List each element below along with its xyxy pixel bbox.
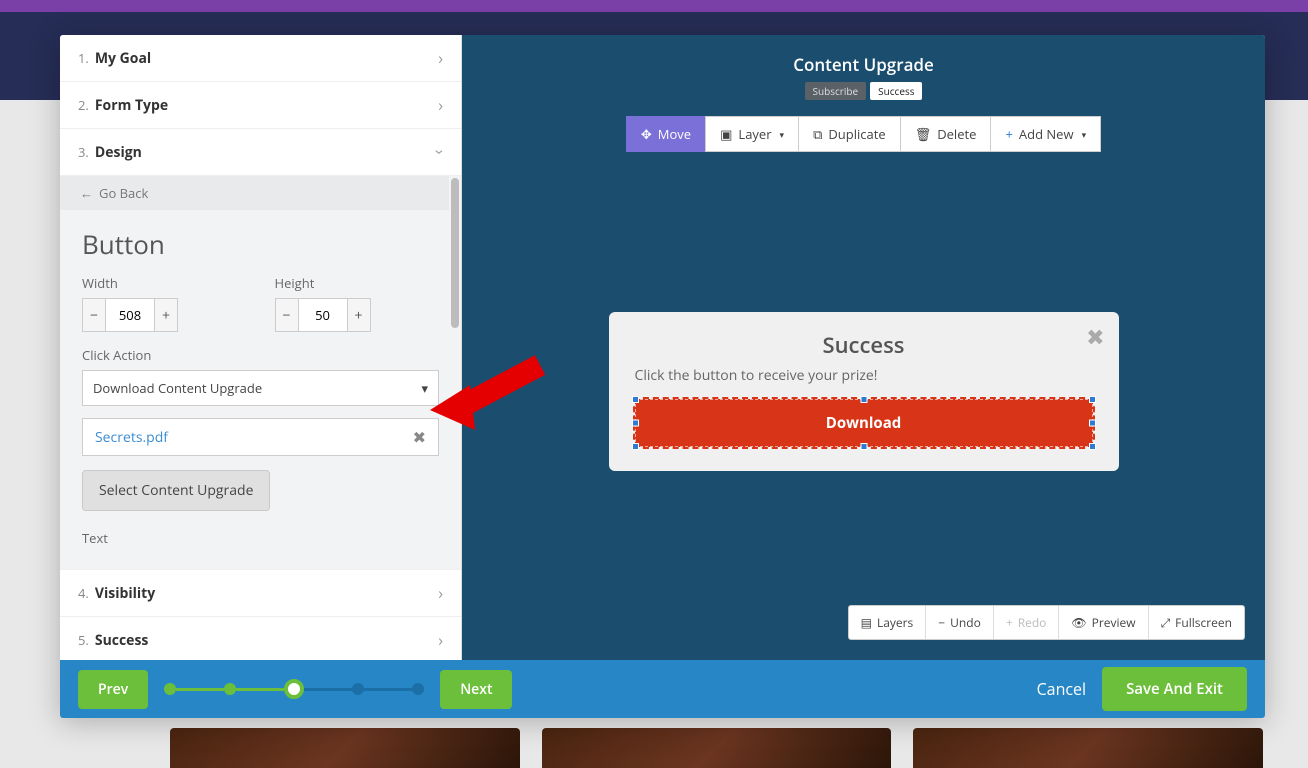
design-panel: ←Go Back Button Width − + [60, 176, 461, 570]
step-success[interactable]: 5.Success› [60, 617, 461, 660]
arrow-left-icon: ← [80, 184, 93, 202]
redo-icon: + [1006, 614, 1013, 631]
prev-button[interactable]: Prev [78, 670, 148, 709]
layers-icon: ▤ [861, 614, 872, 631]
scrollbar[interactable] [449, 176, 461, 569]
file-link[interactable]: Secrets.pdf [95, 428, 413, 447]
undo-button[interactable]: −Undo [926, 606, 994, 639]
next-button[interactable]: Next [440, 670, 512, 709]
footer: Prev Next Cancel Save And Exit [60, 660, 1265, 718]
undo-icon: − [938, 614, 945, 631]
height-decrement[interactable]: − [275, 298, 299, 332]
success-popup[interactable]: ✖ Success Click the button to receive yo… [609, 312, 1119, 471]
caret-down-icon: ▾ [421, 379, 428, 397]
eye-icon: 👁 [1071, 614, 1086, 631]
canvas-title: Content Upgrade [462, 53, 1265, 76]
plus-icon: + [1005, 125, 1012, 143]
chevron-right-icon: › [438, 47, 443, 69]
step-visibility[interactable]: 4.Visibility› [60, 570, 461, 617]
popup-title: Success [635, 330, 1093, 360]
layers-button[interactable]: ▤Layers [849, 606, 927, 639]
chevron-down-icon: › [430, 150, 452, 155]
bottom-toolbar: ▤Layers −Undo +Redo 👁Preview ⤢Fullscreen [848, 605, 1245, 640]
panel-heading: Button [82, 226, 439, 262]
remove-file-icon[interactable]: ✖ [413, 426, 426, 448]
caret-down-icon: ▾ [780, 128, 785, 141]
delete-button[interactable]: 🗑Delete [900, 116, 991, 152]
duplicate-icon: ⧉ [813, 125, 822, 143]
download-button[interactable]: Download [635, 399, 1093, 447]
layer-icon: ▣ [720, 125, 732, 143]
width-stepper[interactable]: − + [82, 298, 247, 332]
step-my-goal[interactable]: 1.My Goal› [60, 35, 461, 82]
canvas[interactable]: Content Upgrade Subscribe Success ✥Move … [462, 35, 1265, 660]
move-button[interactable]: ✥Move [626, 116, 705, 152]
chevron-right-icon: › [438, 94, 443, 116]
step-design[interactable]: 3.Design› [60, 129, 461, 176]
canvas-toolbar: ✥Move ▣Layer▾ ⧉Duplicate 🗑Delete +Add Ne… [462, 116, 1265, 152]
file-attachment: Secrets.pdf ✖ [82, 418, 439, 456]
width-label: Width [82, 274, 247, 292]
height-stepper[interactable]: − + [275, 298, 440, 332]
go-back-button[interactable]: ←Go Back [60, 176, 461, 210]
fullscreen-button[interactable]: ⤢Fullscreen [1149, 606, 1244, 639]
click-action-label: Click Action [82, 346, 439, 364]
caret-down-icon: ▾ [1082, 128, 1087, 141]
height-input[interactable] [299, 298, 347, 332]
progress-indicator [164, 679, 424, 699]
move-icon: ✥ [641, 125, 652, 143]
width-input[interactable] [106, 298, 154, 332]
width-increment[interactable]: + [154, 298, 178, 332]
sidebar: 1.My Goal› 2.Form Type› 3.Design› ←Go Ba… [60, 35, 462, 660]
add-new-button[interactable]: +Add New▾ [990, 116, 1101, 152]
save-and-exit-button[interactable]: Save And Exit [1102, 667, 1247, 711]
chevron-right-icon: › [438, 582, 443, 604]
height-label: Height [275, 274, 440, 292]
popup-subtitle: Click the button to receive your prize! [635, 366, 1093, 385]
tab-subscribe[interactable]: Subscribe [805, 82, 867, 100]
layer-button[interactable]: ▣Layer▾ [705, 116, 798, 152]
preview-button[interactable]: 👁Preview [1059, 606, 1148, 639]
cancel-button[interactable]: Cancel [1037, 678, 1086, 700]
text-label: Text [82, 529, 439, 547]
step-form-type[interactable]: 2.Form Type› [60, 82, 461, 129]
duplicate-button[interactable]: ⧉Duplicate [798, 116, 900, 152]
select-content-upgrade-button[interactable]: Select Content Upgrade [82, 470, 270, 511]
trash-icon: 🗑 [915, 125, 932, 143]
close-icon[interactable]: ✖ [1086, 322, 1104, 352]
tab-success[interactable]: Success [870, 82, 922, 100]
click-action-select[interactable]: Download Content Upgrade▾ [82, 370, 439, 406]
redo-button[interactable]: +Redo [994, 606, 1060, 639]
width-decrement[interactable]: − [82, 298, 106, 332]
height-increment[interactable]: + [347, 298, 371, 332]
chevron-right-icon: › [438, 629, 443, 651]
expand-icon: ⤢ [1161, 614, 1171, 631]
